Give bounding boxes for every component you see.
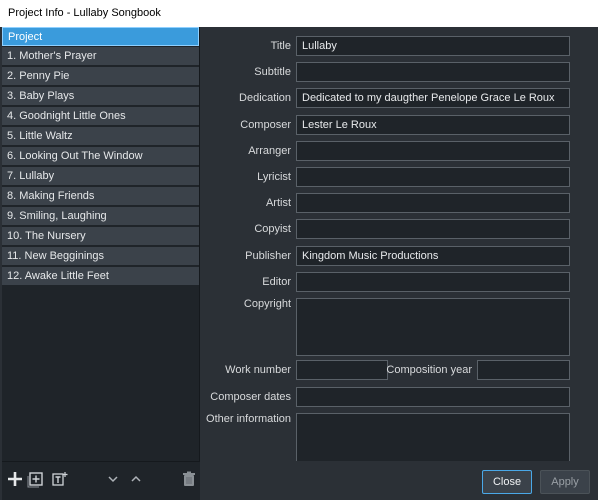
- copyist-field[interactable]: [296, 219, 570, 239]
- project-info-form: Title Lullaby Subtitle Dedication Dedica…: [202, 27, 598, 461]
- composition-year-field[interactable]: [477, 360, 570, 380]
- list-item[interactable]: 8. Making Friends: [2, 187, 199, 206]
- dialog-footer: Close Apply: [0, 461, 598, 500]
- editor-label: Editor: [262, 276, 291, 288]
- composer-dates-label: Composer dates: [210, 391, 291, 403]
- song-list: Project 1. Mother's Prayer 2. Penny Pie …: [2, 27, 200, 461]
- title-label: Title: [270, 40, 291, 52]
- work-number-field[interactable]: [296, 360, 388, 380]
- list-item[interactable]: 10. The Nursery: [2, 227, 199, 246]
- copyist-label: Copyist: [254, 223, 291, 235]
- lyricist-label: Lyricist: [257, 171, 291, 183]
- lyricist-field[interactable]: [296, 167, 570, 187]
- composer-dates-field[interactable]: [296, 387, 570, 407]
- copyright-label: Copyright: [243, 298, 291, 310]
- list-item[interactable]: 1. Mother's Prayer: [2, 47, 199, 66]
- other-information-label: Other information: [206, 413, 291, 425]
- composition-year-label: Composition year: [386, 364, 472, 376]
- title-field[interactable]: Lullaby: [296, 36, 570, 56]
- project-info-window: Project 1. Mother's Prayer 2. Penny Pie …: [0, 27, 598, 500]
- apply-button[interactable]: Apply: [540, 470, 590, 494]
- composer-field[interactable]: Lester Le Roux: [296, 115, 570, 135]
- dedication-field[interactable]: Dedicated to my daugther Penelope Grace …: [296, 88, 570, 108]
- list-item[interactable]: 4. Goodnight Little Ones: [2, 107, 199, 126]
- footer-background: [202, 461, 598, 500]
- work-number-label: Work number: [225, 364, 291, 376]
- artist-label: Artist: [265, 197, 291, 209]
- other-information-textarea[interactable]: [296, 413, 570, 461]
- list-item[interactable]: 11. New Begginings: [2, 247, 199, 266]
- list-item[interactable]: 7. Lullaby: [2, 167, 199, 186]
- artist-field[interactable]: [296, 193, 570, 213]
- editor-field[interactable]: [296, 272, 570, 292]
- arranger-field[interactable]: [296, 141, 570, 161]
- list-item[interactable]: 3. Baby Plays: [2, 87, 199, 106]
- list-item[interactable]: 12. Awake Little Feet: [2, 267, 199, 286]
- subtitle-label: Subtitle: [254, 66, 291, 78]
- dedication-label: Dedication: [239, 92, 291, 104]
- publisher-field[interactable]: Kingdom Music Productions: [296, 246, 570, 266]
- copyright-textarea[interactable]: [296, 298, 570, 356]
- list-item-project[interactable]: Project: [2, 27, 199, 46]
- list-item[interactable]: 6. Looking Out The Window: [2, 147, 199, 166]
- composer-label: Composer: [240, 119, 291, 131]
- subtitle-field[interactable]: [296, 62, 570, 82]
- close-button[interactable]: Close: [482, 470, 532, 494]
- publisher-label: Publisher: [245, 250, 291, 262]
- list-item[interactable]: 2. Penny Pie: [2, 67, 199, 86]
- list-item[interactable]: 9. Smiling, Laughing: [2, 207, 199, 226]
- window-title: Project Info - Lullaby Songbook: [0, 0, 598, 27]
- list-item[interactable]: 5. Little Waltz: [2, 127, 199, 146]
- arranger-label: Arranger: [248, 145, 291, 157]
